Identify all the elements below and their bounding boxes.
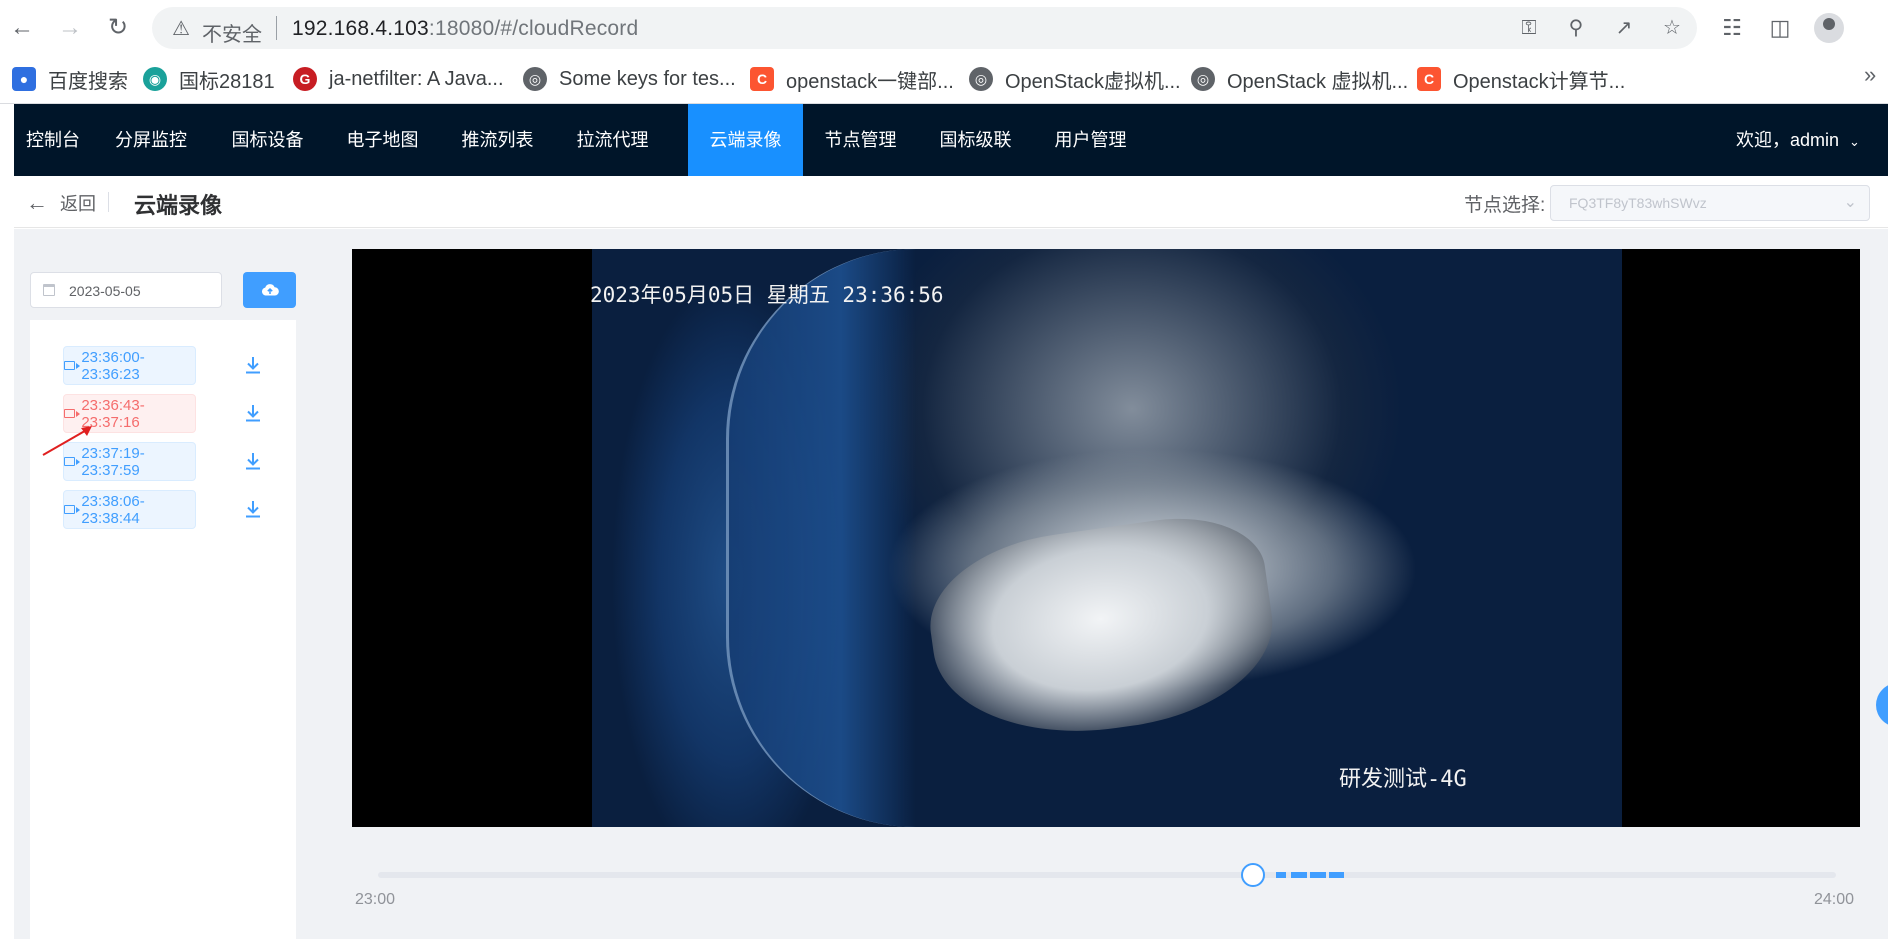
bookmark-item[interactable]: C openstack一键部...: [750, 64, 954, 94]
node-select[interactable]: FQ3TF8yT83whSWvz ⌄: [1550, 185, 1870, 221]
date-value: 2023-05-05: [69, 283, 141, 299]
globe-icon: ◎: [969, 67, 993, 91]
main-nav: 控制台 分屏监控 国标设备 电子地图 推流列表 拉流代理 云端录像 节点管理 国…: [14, 104, 1888, 176]
back-button[interactable]: ← 返回: [26, 190, 96, 216]
timeline-record-segment[interactable]: [1310, 872, 1326, 878]
cloud-upload-button[interactable]: [243, 272, 296, 308]
node-select-value: FQ3TF8yT83whSWvz: [1569, 195, 1707, 211]
record-sidebar: 2023-05-05 23:36:00-23:36:23 23:36:43-23…: [30, 250, 296, 939]
nav-e-map[interactable]: 电子地图: [325, 104, 440, 176]
profile-avatar[interactable]: [1814, 13, 1844, 43]
bookmark-label: ja-netfilter: A Java...: [329, 67, 504, 90]
video-camera-icon: [64, 361, 81, 370]
bookmark-label: OpenStack 虚拟机...: [1227, 70, 1409, 93]
bookmark-item[interactable]: C Openstack计算节...: [1417, 64, 1625, 94]
page-title: 云端录像: [134, 193, 223, 218]
nav-node-manage[interactable]: 节点管理: [803, 104, 918, 176]
reload-icon[interactable]: ↻: [104, 10, 132, 46]
share-icon[interactable]: ↗: [1611, 15, 1637, 41]
browser-toolbar: ← → ↻ ⚠ 不安全 192.168.4.103:18080/#/cloudR…: [0, 0, 1888, 56]
bookmark-item[interactable]: ● 百度搜索: [12, 64, 128, 94]
chevron-down-icon: ⌄: [1849, 134, 1860, 149]
globe-icon: ◎: [523, 67, 547, 91]
cloud-upload-icon: [261, 283, 279, 296]
timeline-record-segment[interactable]: [1291, 872, 1307, 878]
nav-split-monitor[interactable]: 分屏监控: [92, 104, 210, 176]
divider: [108, 192, 109, 212]
bookmark-item[interactable]: G ja-netfilter: A Java...: [293, 64, 504, 94]
timeline-record-segment[interactable]: [1329, 872, 1344, 878]
bookmark-item[interactable]: ◎ OpenStack 虚拟机...: [1191, 64, 1408, 94]
record-time-range: 23:38:06-23:38:44: [81, 492, 145, 527]
nav-user-manage[interactable]: 用户管理: [1033, 104, 1148, 176]
nav-gb-devices[interactable]: 国标设备: [210, 104, 325, 176]
csdn-icon: C: [1417, 67, 1441, 91]
download-icon[interactable]: [242, 450, 264, 472]
record-time-range: 23:36:00-23:36:23: [81, 348, 145, 383]
bookmark-item[interactable]: ◉ 国标28181: [143, 64, 275, 94]
chevron-down-icon: ⌄: [1843, 194, 1857, 211]
nav-cloud-record[interactable]: 云端录像: [688, 104, 803, 176]
nav-pull-proxy[interactable]: 拉流代理: [555, 104, 670, 176]
bookmark-item[interactable]: ◎ Some keys for tes...: [523, 64, 736, 94]
video-camera-icon: [64, 505, 81, 514]
download-icon[interactable]: [242, 402, 264, 424]
url-host: 192.168.4.103: [292, 17, 429, 40]
divider: [276, 16, 277, 40]
key-icon[interactable]: ⚿: [1516, 15, 1542, 41]
date-picker[interactable]: 2023-05-05: [30, 272, 222, 308]
record-item[interactable]: 23:38:06-23:38:44: [63, 490, 196, 529]
arrow-left-icon: ←: [26, 190, 48, 215]
eye-icon: ◉: [143, 67, 167, 91]
video-player[interactable]: 2023年05月05日 星期五 23:36:56 研发测试-4G: [352, 249, 1860, 827]
back-label: 返回: [60, 194, 96, 214]
bookmark-label: Openstack计算节...: [1453, 70, 1626, 93]
record-item[interactable]: 23:36:00-23:36:23: [63, 346, 196, 385]
csdn-icon: C: [750, 67, 774, 91]
nav-push-list[interactable]: 推流列表: [440, 104, 555, 176]
forward-arrow-icon[interactable]: →: [56, 10, 84, 46]
annotation-arrow: [42, 426, 92, 456]
nav-gb-cascade[interactable]: 国标级联: [918, 104, 1033, 176]
bookmark-label: Some keys for tes...: [559, 67, 736, 90]
address-bar[interactable]: ⚠ 不安全 192.168.4.103:18080/#/cloudRecord …: [152, 7, 1697, 49]
back-arrow-icon[interactable]: ←: [8, 10, 36, 46]
download-icon[interactable]: [242, 354, 264, 376]
timeline-track[interactable]: [378, 872, 1836, 878]
url-text[interactable]: 192.168.4.103:18080/#/cloudRecord: [292, 17, 638, 41]
zoom-out-icon[interactable]: ⚲: [1563, 15, 1589, 41]
bookmark-item[interactable]: ◎ OpenStack虚拟机...: [969, 64, 1181, 94]
page-header: ← 返回 云端录像 节点选择: FQ3TF8yT83whSWvz ⌄: [14, 176, 1888, 228]
paw-icon: ●: [12, 67, 36, 91]
timeline-record-segment[interactable]: [1276, 872, 1286, 878]
welcome-text: 欢迎，admin: [1736, 130, 1840, 150]
side-panel-icon[interactable]: ◫: [1766, 14, 1794, 42]
extensions-icon[interactable]: ☷: [1718, 14, 1746, 42]
star-icon[interactable]: ☆: [1659, 15, 1685, 41]
timeline-end-label: 24:00: [1814, 891, 1855, 908]
video-osd-timestamp: 2023年05月05日 星期五 23:36:56: [590, 283, 944, 307]
bookmark-label: 百度搜索: [48, 70, 128, 93]
bookmark-label: OpenStack虚拟机...: [1005, 70, 1181, 93]
more-bookmarks-icon[interactable]: »: [1864, 62, 1876, 88]
warning-icon: ⚠: [172, 18, 190, 40]
bookmark-label: openstack一键部...: [786, 70, 954, 93]
bookmarks-bar: ● 百度搜索 ◉ 国标28181 G ja-netfilter: A Java.…: [0, 56, 1888, 104]
bookmark-label: 国标28181: [179, 70, 275, 93]
video-camera-icon: [64, 409, 81, 418]
timeline-slider-knob[interactable]: [1241, 863, 1265, 887]
globe-icon: ◎: [1191, 67, 1215, 91]
download-icon[interactable]: [242, 498, 264, 520]
user-menu[interactable]: 欢迎，admin ⌄: [1736, 104, 1860, 176]
insecure-label: 不安全: [202, 24, 262, 46]
nav-dashboard[interactable]: 控制台: [14, 104, 92, 176]
url-path: :18080/#/cloudRecord: [428, 17, 639, 40]
video-osd-channel-name: 研发测试-4G: [1339, 767, 1467, 792]
gitee-icon: G: [293, 67, 317, 91]
node-select-label: 节点选择:: [1464, 195, 1546, 216]
calendar-icon: [43, 284, 55, 296]
timeline-start-label: 23:00: [355, 891, 396, 908]
record-list: 23:36:00-23:36:23 23:36:43-23:37:16 23:3…: [30, 320, 296, 939]
